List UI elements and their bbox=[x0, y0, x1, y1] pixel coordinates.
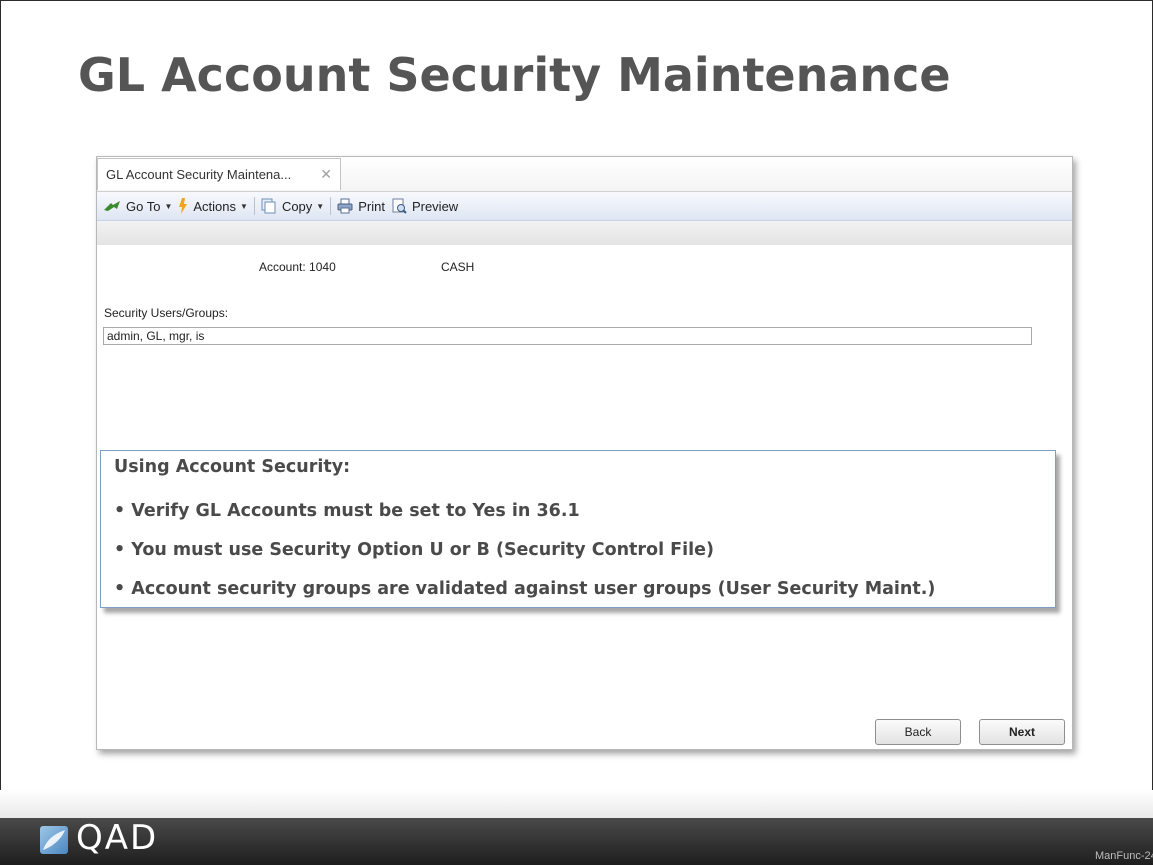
callout-bullet: • Account security groups are validated … bbox=[114, 579, 936, 599]
actions-label: Actions bbox=[193, 198, 237, 214]
printer-icon bbox=[337, 198, 353, 214]
security-groups-input[interactable] bbox=[103, 327, 1032, 345]
next-button[interactable]: Next bbox=[979, 719, 1065, 745]
copy-button[interactable]: Copy ▼ bbox=[261, 198, 324, 214]
callout-box: Using Account Security: • Verify GL Acco… bbox=[100, 450, 1056, 608]
preview-label: Preview bbox=[411, 198, 459, 214]
slide-title: GL Account Security Maintenance bbox=[78, 48, 951, 102]
toolbar-divider bbox=[330, 197, 332, 215]
print-button[interactable]: Print bbox=[337, 198, 385, 214]
actions-icon bbox=[179, 198, 188, 214]
copy-icon bbox=[261, 198, 276, 214]
toolbar: Go To ▼ Actions ▼ Copy ▼ Print Preview bbox=[97, 192, 1072, 221]
preview-icon bbox=[392, 198, 407, 214]
callout-bullet: • Verify GL Accounts must be set to Yes … bbox=[114, 501, 580, 521]
security-groups-label: Security Users/Groups: bbox=[104, 306, 229, 320]
callout-bullet: • You must use Security Option U or B (S… bbox=[114, 540, 714, 560]
account-field: Account: 1040 bbox=[259, 260, 336, 274]
account-label: Account: bbox=[259, 260, 306, 274]
goto-button[interactable]: Go To ▼ bbox=[103, 199, 172, 214]
close-icon[interactable]: ✕ bbox=[320, 166, 332, 183]
chevron-down-icon: ▼ bbox=[240, 201, 248, 211]
print-label: Print bbox=[358, 198, 385, 214]
chevron-down-icon: ▼ bbox=[164, 201, 173, 211]
tab-gl-account-security[interactable]: GL Account Security Maintena... ✕ bbox=[97, 158, 341, 190]
tab-strip: GL Account Security Maintena... ✕ bbox=[97, 157, 1072, 192]
back-button[interactable]: Back bbox=[875, 719, 961, 745]
form-header-bar bbox=[97, 221, 1072, 245]
footer-gradient bbox=[0, 790, 1153, 818]
goto-label: Go To bbox=[126, 198, 161, 214]
preview-button[interactable]: Preview bbox=[391, 198, 458, 214]
account-value: 1040 bbox=[309, 260, 336, 274]
account-description: CASH bbox=[441, 260, 475, 274]
chevron-down-icon: ▼ bbox=[316, 201, 325, 211]
actions-button[interactable]: Actions ▼ bbox=[178, 198, 248, 214]
toolbar-divider bbox=[253, 197, 255, 215]
qad-logo-text: QAD bbox=[76, 818, 159, 858]
slide-code: ManFunc-240 bbox=[1095, 850, 1153, 862]
footer-bar bbox=[0, 818, 1153, 865]
goto-arrow-icon bbox=[104, 201, 120, 211]
tab-label: GL Account Security Maintena... bbox=[106, 167, 292, 182]
copy-label: Copy bbox=[281, 198, 313, 214]
qad-logo-icon bbox=[40, 826, 68, 854]
callout-heading: Using Account Security: bbox=[114, 457, 351, 477]
